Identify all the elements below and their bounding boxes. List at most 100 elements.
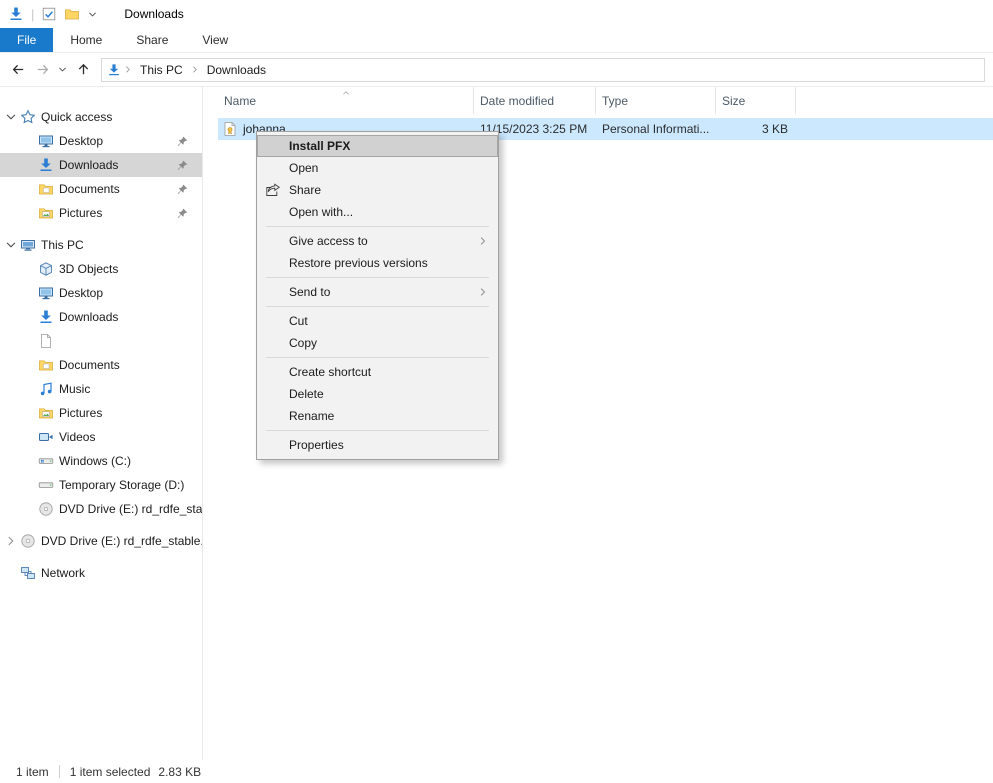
sidebar-item-3d-objects[interactable]: 3D Objects <box>0 257 202 281</box>
selection-count: 1 item selected <box>70 765 151 779</box>
sidebar-item-label: DVD Drive (E:) rd_rdfe_stable <box>59 502 202 516</box>
breadcrumb-chevron-icon[interactable] <box>190 64 200 75</box>
pin-icon <box>176 159 189 172</box>
chevron-placeholder <box>22 262 36 276</box>
menu-separator <box>266 306 489 307</box>
sidebar-item-desktop[interactable]: Desktop <box>0 281 202 305</box>
dvd-icon <box>38 501 54 517</box>
navbar: This PC Downloads <box>0 53 993 87</box>
menu-item-cut[interactable]: Cut <box>257 310 498 332</box>
sidebar-item-dvd-drive-e-1[interactable]: DVD Drive (E:) rd_rdfe_stable <box>0 497 202 521</box>
drive-icon <box>38 477 54 493</box>
pictures-icon <box>38 405 54 421</box>
tab-view[interactable]: View <box>185 28 245 52</box>
sidebar-item-this-pc[interactable]: This PC <box>0 233 202 257</box>
sidebar-item-label: Music <box>59 382 90 396</box>
address-bar[interactable]: This PC Downloads <box>101 58 985 82</box>
menu-item-copy[interactable]: Copy <box>257 332 498 354</box>
chevron-down-icon[interactable] <box>4 238 18 252</box>
sidebar-item-label: Downloads <box>59 310 118 324</box>
chevron-down-icon[interactable] <box>4 110 18 124</box>
sidebar-item-downloads-quick[interactable]: Downloads <box>0 153 202 177</box>
sidebar-item-documents-quick[interactable]: Documents <box>0 177 202 201</box>
sidebar-item-unnamed-item[interactable] <box>0 329 202 353</box>
sidebar-item-label: This PC <box>41 238 84 252</box>
breadcrumb-chevron-icon[interactable] <box>123 64 133 75</box>
menu-item-properties[interactable]: Properties <box>257 434 498 456</box>
sidebar-item-windows-c[interactable]: Windows (C:) <box>0 449 202 473</box>
menu-item-label: Give access to <box>289 234 368 248</box>
sidebar-item-quick-access[interactable]: Quick access <box>0 105 202 129</box>
menu-item-open-with[interactable]: Open with... <box>257 201 498 223</box>
sidebar-item-pictures[interactable]: Pictures <box>0 401 202 425</box>
column-header-size[interactable]: Size <box>716 87 796 114</box>
breadcrumb-item-downloads[interactable]: Downloads <box>202 63 271 77</box>
chevron-placeholder <box>22 310 36 324</box>
menu-item-label: Delete <box>289 387 324 401</box>
menu-item-send-to[interactable]: Send to <box>257 281 498 303</box>
selection-size: 2.83 KB <box>158 765 201 779</box>
chevron-placeholder <box>22 134 36 148</box>
sidebar-item-temporary-storage-d[interactable]: Temporary Storage (D:) <box>0 473 202 497</box>
menu-item-label: Cut <box>289 314 308 328</box>
sidebar-item-music[interactable]: Music <box>0 377 202 401</box>
ribbon-tabs: FileHomeShareView <box>0 28 993 53</box>
recent-locations-button[interactable] <box>54 58 71 82</box>
status-bar: 1 item 1 item selected 2.83 KB <box>0 760 993 783</box>
menu-item-share[interactable]: Share <box>257 179 498 201</box>
menu-item-rename[interactable]: Rename <box>257 405 498 427</box>
menu-separator <box>266 357 489 358</box>
sidebar-item-label: Quick access <box>41 110 112 124</box>
share-icon <box>265 182 281 198</box>
sidebar-item-dvd-drive-e-2[interactable]: DVD Drive (E:) rd_rdfe_stable. <box>0 529 202 553</box>
menu-item-install-pfx[interactable]: Install PFX <box>257 135 498 157</box>
sidebar-item-label: Videos <box>59 430 95 444</box>
chevron-placeholder <box>22 206 36 220</box>
check-icon[interactable] <box>41 6 57 22</box>
breadcrumb-item-this-pc[interactable]: This PC <box>135 63 188 77</box>
this-pc-icon <box>20 237 36 253</box>
sidebar-item-downloads[interactable]: Downloads <box>0 305 202 329</box>
chevron-right-icon[interactable] <box>4 534 18 548</box>
chevron-down-icon[interactable] <box>87 9 98 20</box>
menu-separator <box>266 430 489 431</box>
sidebar-item-documents[interactable]: Documents <box>0 353 202 377</box>
menu-item-give-access-to[interactable]: Give access to <box>257 230 498 252</box>
breadcrumb: This PC Downloads <box>121 63 271 77</box>
tab-home[interactable]: Home <box>53 28 119 52</box>
windows-drive-icon <box>38 453 54 469</box>
tab-file[interactable]: File <box>0 28 53 52</box>
menu-item-open[interactable]: Open <box>257 157 498 179</box>
menu-item-restore-previous-versions[interactable]: Restore previous versions <box>257 252 498 274</box>
tab-share[interactable]: Share <box>119 28 185 52</box>
sidebar-item-videos[interactable]: Videos <box>0 425 202 449</box>
sidebar-item-pictures-quick[interactable]: Pictures <box>0 201 202 225</box>
sidebar-item-desktop-quick[interactable]: Desktop <box>0 129 202 153</box>
menu-item-label: Install PFX <box>289 139 350 153</box>
menu-item-label: Send to <box>289 285 330 299</box>
menu-item-label: Create shortcut <box>289 365 371 379</box>
up-button[interactable] <box>71 58 95 82</box>
column-headers: NameDate modifiedTypeSize <box>203 87 993 114</box>
chevron-placeholder <box>22 502 36 516</box>
document-icon <box>38 333 54 349</box>
folder-icon[interactable] <box>64 6 80 22</box>
sidebar-item-label: Temporary Storage (D:) <box>59 478 184 492</box>
menu-item-delete[interactable]: Delete <box>257 383 498 405</box>
column-header-label: Type <box>602 94 628 108</box>
sidebar-item-label: Desktop <box>59 134 103 148</box>
pin-icon <box>176 135 189 148</box>
chevron-placeholder <box>22 478 36 492</box>
sidebar-item-label: DVD Drive (E:) rd_rdfe_stable. <box>41 534 202 548</box>
sidebar-item-label: Pictures <box>59 406 102 420</box>
chevron-placeholder <box>22 334 36 348</box>
menu-item-create-shortcut[interactable]: Create shortcut <box>257 361 498 383</box>
certificate-icon <box>222 121 238 137</box>
back-button[interactable] <box>6 58 30 82</box>
column-header-type[interactable]: Type <box>596 87 716 114</box>
sidebar-item-network[interactable]: Network <box>0 561 202 585</box>
column-header-date-modified[interactable]: Date modified <box>474 87 596 114</box>
cube-icon <box>38 261 54 277</box>
forward-button[interactable] <box>30 58 54 82</box>
chevron-placeholder <box>22 406 36 420</box>
